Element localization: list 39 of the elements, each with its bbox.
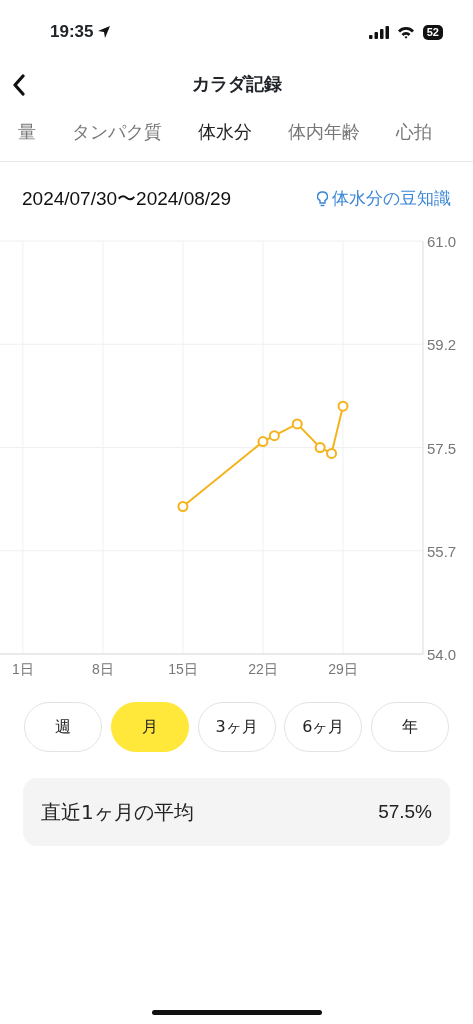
battery-level: 52 xyxy=(422,24,443,40)
period-button[interactable]: 月 xyxy=(110,702,189,752)
back-icon xyxy=(12,73,26,96)
data-point xyxy=(268,430,280,442)
x-tick-label: 22日 xyxy=(248,661,278,677)
category-tab[interactable]: タンパク質 xyxy=(72,118,162,145)
data-point xyxy=(337,400,349,412)
data-point xyxy=(177,501,189,512)
y-tick-label: 54.0 xyxy=(427,646,457,663)
status-time: 19:35 xyxy=(50,21,94,44)
signal-icon xyxy=(368,25,389,39)
y-tick-label: 55.7 xyxy=(427,542,457,560)
data-point xyxy=(257,436,269,448)
data-point xyxy=(314,442,326,453)
period-button[interactable]: 3ヶ月 xyxy=(197,702,276,752)
x-tick-label: 15日 xyxy=(168,661,198,677)
tips-link[interactable]: 体水分の豆知識 xyxy=(317,186,451,212)
wifi-icon xyxy=(396,25,415,39)
data-point xyxy=(291,418,303,430)
date-range: 2024/07/30〜2024/08/29 xyxy=(22,186,232,211)
period-button[interactable]: 週 xyxy=(24,702,102,752)
category-tab[interactable]: 体内年齢 xyxy=(288,118,360,145)
x-tick-label: 1日 xyxy=(11,661,34,677)
category-tab[interactable]: 量 xyxy=(18,118,36,145)
x-tick-label: 29日 xyxy=(328,661,358,677)
y-tick-label: 57.5 xyxy=(427,439,457,457)
y-tick-label: 59.2 xyxy=(427,336,457,354)
data-point xyxy=(326,447,338,459)
x-tick-label: 8日 xyxy=(92,661,114,677)
y-tick-label: 61.0 xyxy=(427,236,457,250)
category-tab[interactable]: 体水分 xyxy=(198,118,252,145)
period-button[interactable]: 年 xyxy=(371,702,449,752)
page-title: カラダ記録 xyxy=(191,71,282,96)
category-tab[interactable]: 心拍 xyxy=(396,118,432,145)
location-arrow-icon xyxy=(97,25,112,39)
period-button[interactable]: 6ヶ月 xyxy=(284,702,363,752)
lightbulb-icon xyxy=(317,191,328,207)
average-label: 直近1ヶ月の平均 xyxy=(41,799,194,826)
average-value: 57.5% xyxy=(378,799,432,824)
